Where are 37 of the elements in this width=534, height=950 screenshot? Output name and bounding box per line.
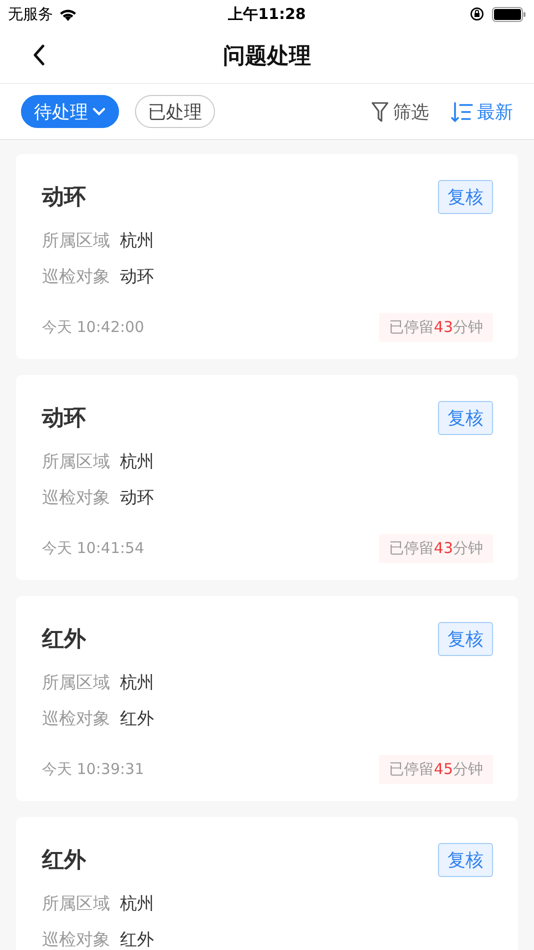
field-label: 所属区域 [42, 892, 110, 914]
field-value: 动环 [120, 486, 154, 508]
stay-duration-tag: 已停留43分钟 [378, 313, 493, 342]
carrier-text: 无服务 [8, 4, 53, 24]
field-value: 红外 [120, 928, 154, 950]
field-label: 巡检对象 [42, 486, 110, 508]
status-time: 上午11:28 [228, 4, 306, 24]
field-value: 杭州 [120, 672, 154, 694]
field-value: 杭州 [120, 450, 154, 472]
field-label: 巡检对象 [42, 928, 110, 950]
sort-button[interactable]: 最新 [451, 100, 513, 124]
stay-duration-tag: 已停留43分钟 [378, 534, 493, 563]
field-label: 所属区域 [42, 672, 110, 694]
issue-card[interactable]: 动环 复核 所属区域 杭州 巡检对象 动环 今天 10:41:54 已停留43分钟 [16, 375, 518, 580]
status-tab[interactable]: 已处理 [135, 95, 215, 128]
field-value: 杭州 [120, 230, 154, 252]
field-value: 红外 [120, 708, 154, 730]
card-title: 红外 [42, 847, 86, 875]
field-value: 杭州 [120, 892, 154, 914]
field-label: 巡检对象 [42, 266, 110, 288]
timestamp: 今天 10:41:54 [42, 539, 144, 558]
filter-button[interactable]: 筛选 [371, 100, 429, 124]
stay-duration-tag: 已停留45分钟 [378, 755, 493, 784]
issue-card[interactable]: 动环 复核 所属区域 杭州 巡检对象 动环 今天 10:42:00 已停留43分钟 [16, 154, 518, 359]
issue-card[interactable]: 红外 复核 所属区域 杭州 巡检对象 红外 [16, 817, 518, 950]
field-label: 所属区域 [42, 450, 110, 472]
card-title: 红外 [42, 626, 86, 654]
field-label: 所属区域 [42, 230, 110, 252]
field-value: 动环 [120, 266, 154, 288]
status-tab[interactable]: 待处理 [21, 95, 119, 128]
issue-card[interactable]: 红外 复核 所属区域 杭州 巡检对象 红外 今天 10:39:31 已停留45分钟 [16, 596, 518, 801]
field-label: 巡检对象 [42, 708, 110, 730]
timestamp: 今天 10:39:31 [42, 760, 144, 779]
timestamp: 今天 10:42:00 [42, 318, 144, 337]
page-title: 问题处理 [223, 42, 311, 70]
card-title: 动环 [42, 184, 86, 212]
card-title: 动环 [42, 405, 86, 433]
